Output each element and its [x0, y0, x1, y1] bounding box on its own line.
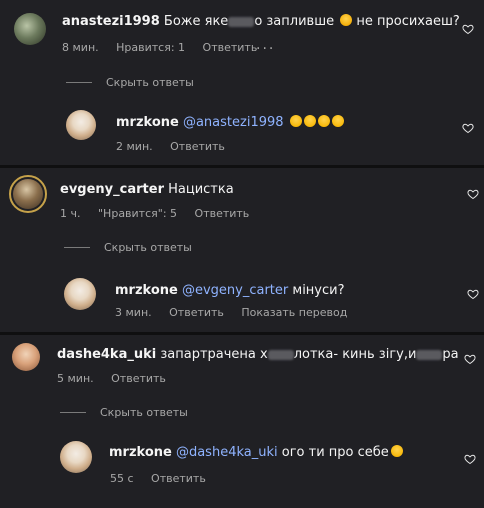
reply-meta: 55 с Ответить — [110, 472, 220, 485]
redacted-text — [228, 16, 255, 27]
divider-line — [60, 412, 86, 413]
avatar-mrzkone[interactable] — [66, 110, 96, 140]
divider-line — [66, 82, 92, 83]
divider — [0, 165, 484, 168]
heart-icon[interactable] — [467, 188, 479, 200]
heart-icon[interactable] — [462, 23, 474, 35]
laughing-emoji-icon — [390, 445, 403, 457]
laughing-emoji-icon — [303, 115, 316, 127]
divider-line — [64, 247, 90, 248]
laughing-emoji-icon — [317, 115, 330, 127]
reply-meta: 3 мин. Ответить Показать перевод — [115, 306, 361, 319]
reply-button[interactable]: Ответить — [111, 372, 166, 385]
hide-replies-button[interactable]: Скрыть ответы — [60, 406, 188, 419]
reply-text: mrzkone @anastezi1998 — [116, 115, 344, 130]
show-translation-button[interactable]: Показать перевод — [241, 306, 347, 319]
avatar-anastezi1998[interactable] — [14, 13, 46, 45]
heart-icon[interactable] — [464, 353, 476, 365]
avatar-mrzkone[interactable] — [64, 278, 96, 310]
shocked-emoji-icon — [340, 14, 353, 26]
comment-meta: 8 мин. Нравится: 1 Ответить — [62, 41, 271, 54]
timestamp: 1 ч. — [60, 207, 81, 220]
avatar-dashe4ka-uki[interactable] — [12, 343, 40, 371]
redacted-text — [267, 349, 294, 360]
heart-icon[interactable] — [462, 122, 474, 134]
comment-meta: 1 ч. "Нравится": 5 Ответить — [60, 207, 263, 220]
reply-button[interactable]: Ответить — [169, 306, 224, 319]
reply-meta: 2 мин. Ответить — [116, 140, 239, 153]
redacted-text — [416, 349, 443, 360]
laughing-emoji-icon — [289, 115, 302, 127]
username[interactable]: anastezi1998 — [62, 14, 160, 29]
comment-text: anastezi1998 Боже яке о запливше не проси… — [62, 14, 460, 29]
mention-link[interactable]: @evgeny_carter — [182, 283, 288, 298]
comment-text: evgeny_carter Нацистка — [60, 182, 234, 197]
reply-text: mrzkone @evgeny_carter мінуси? — [115, 283, 345, 298]
reply-button[interactable]: Ответить — [195, 207, 250, 220]
more-options-icon[interactable]: ... — [256, 37, 275, 53]
reply-text: mrzkone @dashe4ka_uki ого ти про себе — [109, 445, 403, 460]
reply-button[interactable]: Ответить — [170, 140, 225, 153]
mention-link[interactable]: @anastezi1998 — [183, 115, 284, 130]
hide-replies-button[interactable]: Скрыть ответы — [66, 76, 194, 89]
comments-panel: anastezi1998 Боже яке о запливше не проси… — [0, 0, 484, 508]
comment-meta: 5 мин. Ответить — [57, 372, 180, 385]
likes-count[interactable]: "Нравится": 5 — [98, 207, 177, 220]
heart-icon[interactable] — [467, 288, 479, 300]
laughing-emoji-icon — [331, 115, 344, 127]
timestamp: 5 мин. — [57, 372, 94, 385]
timestamp: 55 с — [110, 472, 134, 485]
divider — [0, 332, 484, 335]
reply-button[interactable]: Ответить — [151, 472, 206, 485]
avatar-evgeny-carter[interactable] — [9, 175, 47, 213]
hide-replies-button[interactable]: Скрыть ответы — [64, 241, 192, 254]
timestamp: 8 мин. — [62, 41, 99, 54]
heart-icon[interactable] — [464, 453, 476, 465]
timestamp: 2 мин. — [116, 140, 153, 153]
avatar-mrzkone[interactable] — [60, 441, 92, 473]
reply-button[interactable]: Ответить — [203, 41, 258, 54]
likes-count[interactable]: Нравится: 1 — [116, 41, 185, 54]
comment-text: dashe4ka_uki запартрачена х лотка- кинь з… — [57, 347, 459, 362]
mention-link[interactable]: @dashe4ka_uki — [176, 445, 278, 460]
timestamp: 3 мин. — [115, 306, 152, 319]
